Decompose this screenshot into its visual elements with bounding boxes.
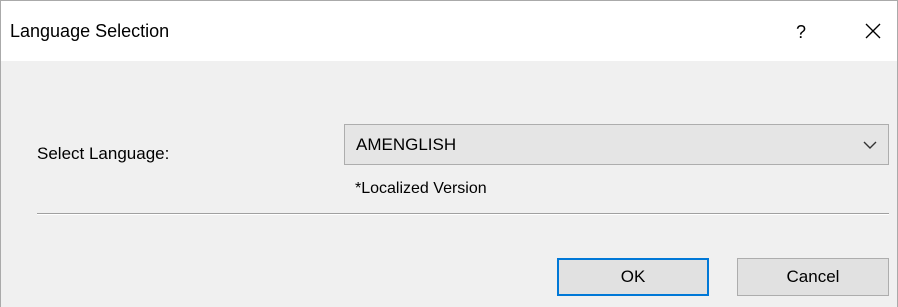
close-button[interactable] [849,9,897,53]
close-icon [865,23,881,39]
cancel-button[interactable]: Cancel [737,258,889,296]
chevron-down-icon [863,141,877,149]
language-dropdown[interactable]: AMENGLISH [344,124,889,165]
dialog-title: Language Selection [10,21,170,41]
help-button[interactable]: ? [777,11,825,53]
title-bar: Language Selection ? [1,1,897,61]
language-selection-dialog: Language Selection ? Select Language: AM… [0,0,898,307]
language-selected-value: AMENGLISH [356,135,457,154]
separator [37,213,889,215]
localized-version-note: *Localized Version [355,180,487,197]
language-label: Select Language: [37,144,170,163]
dialog-content: Select Language: AMENGLISH *Localized Ve… [1,61,897,307]
ok-button[interactable]: OK [557,258,709,296]
